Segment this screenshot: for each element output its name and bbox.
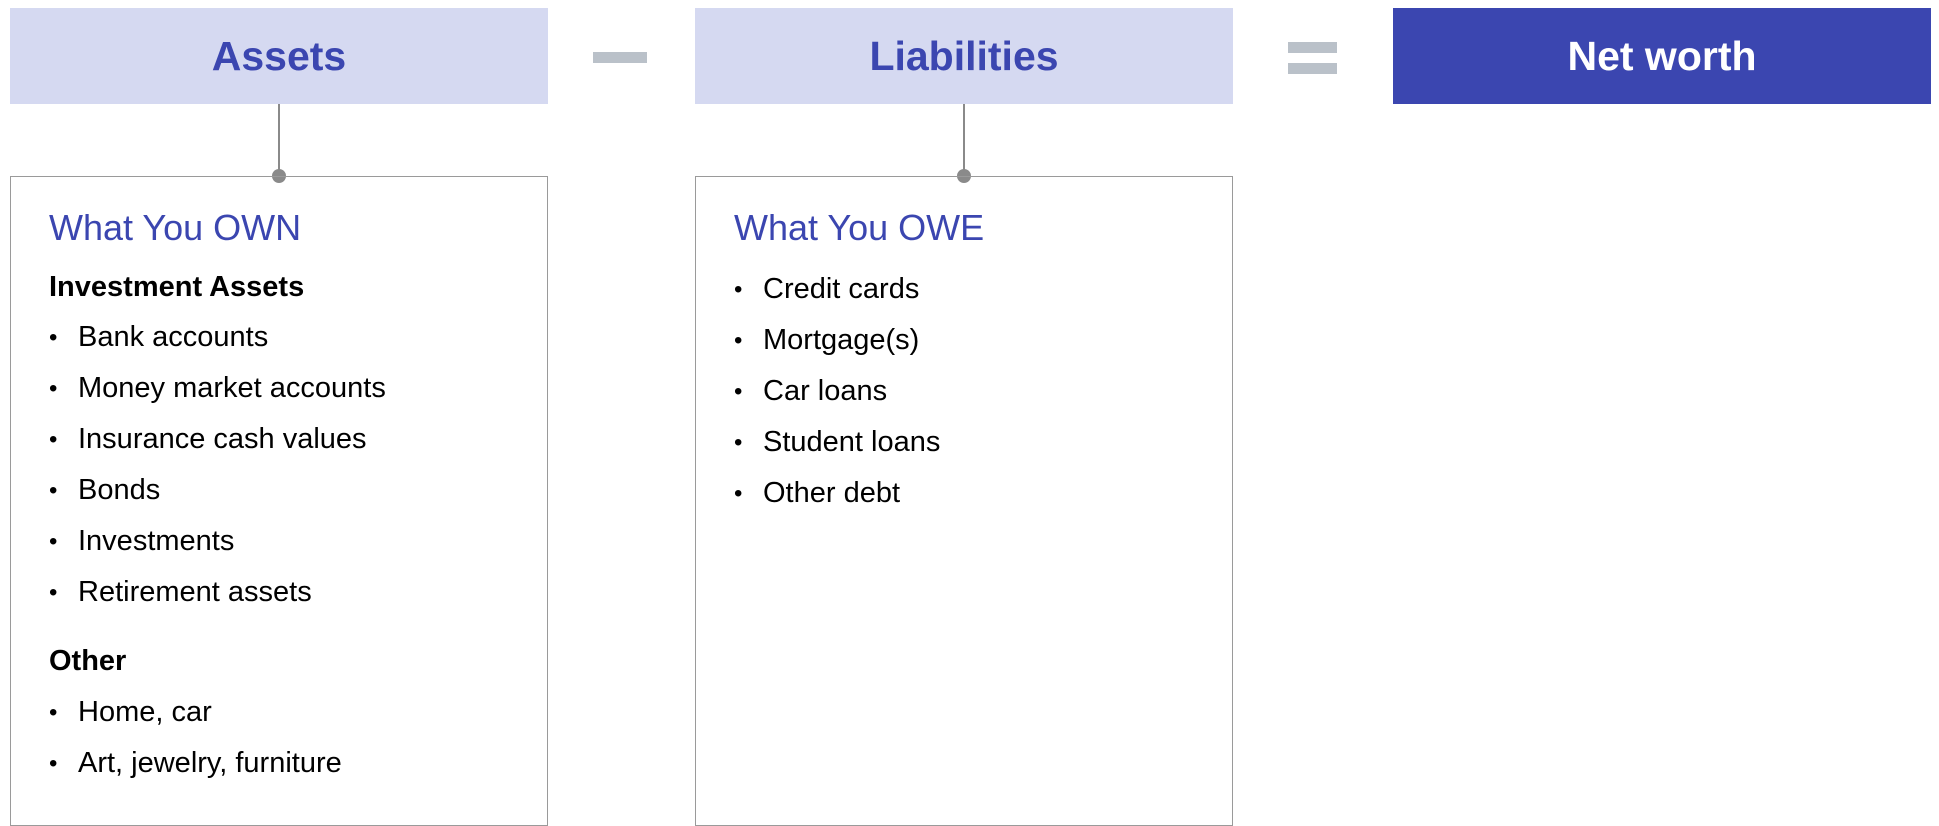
liabilities-header-label: Liabilities [869,32,1059,79]
list-item: Bonds [49,465,547,516]
list-item: Credit cards [734,264,1232,315]
list-item: Car loans [734,366,1232,417]
liabilities-header: Liabilities [695,8,1233,104]
minus-sign-icon [593,52,647,63]
net-worth-header: Net worth [1393,8,1931,104]
other-assets-heading: Other [49,645,127,678]
assets-header: Assets [10,8,548,104]
equals-sign-icon-top [1288,42,1337,53]
net-worth-header-label: Net worth [1567,32,1757,79]
liabilities-panel: What You OWE Credit cards Mortgage(s) Ca… [695,176,1233,826]
list-item: Other debt [734,468,1232,519]
list-item: Mortgage(s) [734,315,1232,366]
assets-panel-title: What You OWN [49,207,302,248]
liabilities-panel-title: What You OWE [734,207,985,248]
investment-assets-list: Bank accounts Money market accounts Insu… [49,312,547,618]
list-item: Insurance cash values [49,414,547,465]
equals-sign-icon-bottom [1288,63,1337,74]
assets-panel: What You OWN Investment Assets Bank acco… [10,176,548,826]
list-item: Bank accounts [49,312,547,363]
assets-header-label: Assets [211,32,347,79]
liabilities-list: Credit cards Mortgage(s) Car loans Stude… [734,264,1232,519]
assets-connector-line [278,104,280,176]
investment-assets-heading: Investment Assets [49,270,305,303]
other-assets-list: Home, car Art, jewelry, furniture [49,687,547,789]
liabilities-connector-line [963,104,965,176]
list-item: Student loans [734,417,1232,468]
list-item: Art, jewelry, furniture [49,738,547,789]
list-item: Home, car [49,687,547,738]
list-item: Money market accounts [49,363,547,414]
list-item: Retirement assets [49,567,547,618]
list-item: Investments [49,516,547,567]
